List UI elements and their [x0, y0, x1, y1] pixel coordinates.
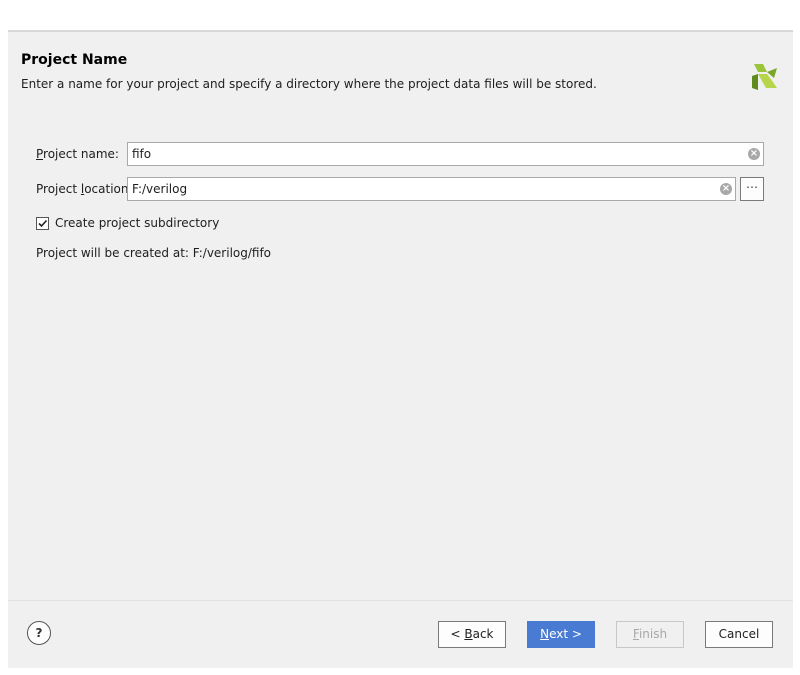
page-title: Project Name — [21, 52, 128, 68]
project-name-label: Project name: — [36, 147, 119, 161]
vivado-logo-icon — [752, 64, 777, 90]
finish-button: Finish — [616, 621, 684, 648]
create-subdirectory-label: Create project subdirectory — [55, 216, 220, 230]
back-button[interactable]: < Back — [438, 621, 506, 648]
clear-icon[interactable]: × — [748, 148, 760, 160]
project-location-label: Project location: — [36, 182, 133, 196]
project-name-row: Project name: — [36, 142, 119, 166]
project-path-info: Project will be created at: F:/verilog/f… — [36, 246, 272, 260]
footer-divider — [8, 600, 793, 601]
new-project-dialog: Project Name Enter a name for your proje… — [8, 30, 793, 668]
help-icon[interactable]: ? — [27, 621, 51, 645]
clear-icon[interactable]: × — [720, 183, 732, 195]
next-button[interactable]: Next > — [527, 621, 595, 648]
project-location-value: F:/verilog — [132, 182, 188, 196]
check-icon — [38, 219, 48, 227]
create-subdirectory-option[interactable]: Create project subdirectory — [36, 216, 219, 230]
cancel-button[interactable]: Cancel — [705, 621, 773, 648]
page-subtitle: Enter a name for your project and specif… — [21, 77, 597, 91]
project-location-input[interactable]: F:/verilog × — [127, 177, 736, 201]
project-name-input[interactable]: fifo × — [127, 142, 764, 166]
dialog-header: Project Name Enter a name for your proje… — [8, 32, 793, 110]
create-subdirectory-checkbox[interactable] — [36, 216, 49, 230]
project-name-value: fifo — [132, 147, 152, 161]
browse-button[interactable]: ⋯ — [740, 177, 764, 201]
project-location-row: Project location: — [36, 177, 133, 201]
